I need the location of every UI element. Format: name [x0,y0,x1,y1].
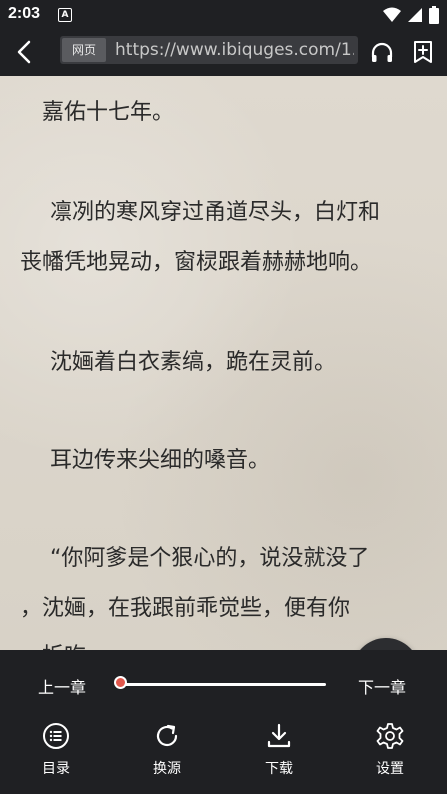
download-label: 下载 [265,761,293,777]
settings-label: 设置 [376,761,404,777]
refresh-icon [156,724,178,747]
next-chapter-button[interactable]: 下一章 [358,674,406,698]
list-icon [43,723,69,749]
back-button[interactable] [8,36,40,68]
slider-thumb[interactable] [113,676,127,689]
bottom-panel: 上一章 下一章 目录 换源 下载 设置 [0,650,447,794]
paragraph: “你阿爹是个狠心的，说没就没了 [50,546,370,571]
prev-chapter-button[interactable]: 上一章 [38,674,86,698]
wifi-icon [383,7,401,22]
change-source-label: 换源 [153,761,181,777]
page-type-tag: 网页 [62,38,107,62]
download-button[interactable]: 下载 [249,720,309,778]
status-icons [383,6,439,24]
reading-area[interactable]: 嘉佑十七年。 凛冽的寒风穿过甬道尽头，白灯和 丧幡凭地晃动，窗棂跟着赫赫地响。 … [0,76,447,650]
gear-icon [376,723,404,749]
paragraph: 沈婳着白衣素缟，跪在灵前。 [50,350,337,375]
paragraph: ，沈婳，在我跟前乖觉些，便有你 [20,596,351,621]
add-bookmark-button[interactable] [407,36,439,68]
url-text[interactable]: https://www.ibiquges.com/1... [115,36,354,64]
signal-icon [408,8,422,22]
notification-a-icon: A [58,8,72,22]
status-time: 2:03 [8,5,41,22]
back-arrow-icon [17,40,31,64]
paragraph: 嘉佑十七年。 [42,100,175,125]
address-bar[interactable]: 网页 https://www.ibiquges.com/1... [60,36,358,64]
paragraph: 丧幡凭地晃动，窗棂跟着赫赫地响。 [20,250,373,275]
change-source-button[interactable]: 换源 [137,720,197,778]
download-icon [267,723,291,748]
paragraph: 凛冽的寒风穿过甬道尽头，白灯和 [50,200,381,225]
chapter-progress-slider[interactable] [120,683,326,686]
bookmark-plus-icon [414,41,432,63]
headphone-icon [371,42,393,62]
listen-button[interactable] [366,36,398,68]
paragraph: 耳边传来尖细的嗓音。 [50,448,271,473]
catalog-label: 目录 [42,761,70,777]
status-bar: 2:03 A [0,0,447,30]
battery-icon [429,6,439,24]
catalog-button[interactable]: 目录 [26,720,86,778]
browser-toolbar: 网页 https://www.ibiquges.com/1... [0,30,447,76]
settings-button[interactable]: 设置 [360,720,420,778]
